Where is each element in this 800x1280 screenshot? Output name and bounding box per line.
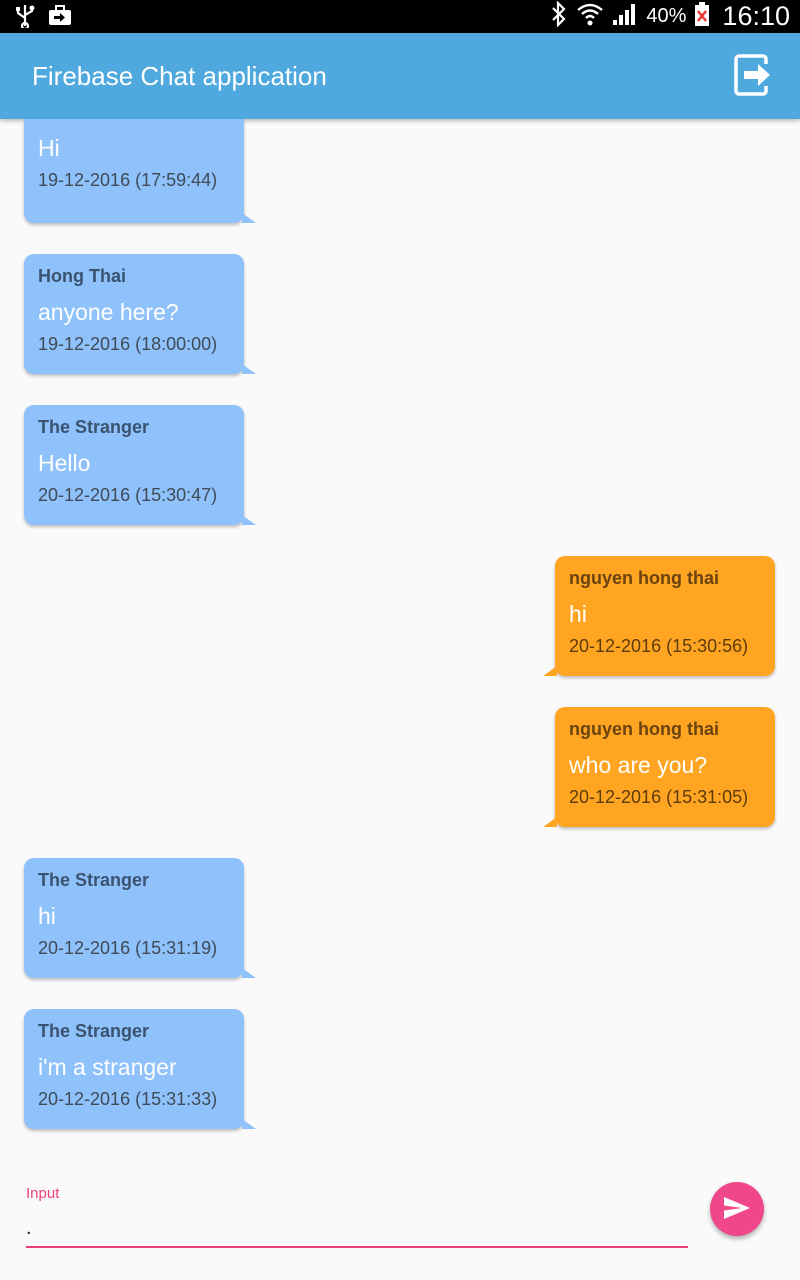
bubble-tail [242, 213, 256, 223]
send-icon [722, 1195, 752, 1224]
message-text: anyone here? [38, 299, 179, 325]
message-time: 19-12-2016 (17:59:44) [38, 170, 218, 190]
message-sender: The Stranger [38, 1021, 150, 1041]
message-text: Hello [38, 450, 91, 476]
message-bubble: The Stranger hi 20-12-2016 (15:31:19) [24, 858, 256, 978]
bubble-tail [543, 817, 557, 827]
message-sender: nguyen hong thai [569, 719, 719, 739]
app-bar: Firebase Chat application [0, 33, 800, 119]
message-time: 20-12-2016 (15:30:56) [569, 636, 749, 656]
send-button[interactable] [710, 1182, 764, 1236]
message-sender: nguyen hong thai [569, 568, 719, 588]
battery-percent: 40% [646, 5, 687, 27]
message-text: who are you? [569, 752, 708, 778]
briefcase-icon [48, 4, 72, 33]
logout-button[interactable] [728, 50, 776, 102]
bubble-tail [242, 515, 256, 525]
signal-icon [612, 2, 638, 31]
clock: 16:10 [722, 1, 790, 31]
message-time: 19-12-2016 (18:00:00) [38, 334, 218, 354]
message-sender: The Stranger [38, 417, 150, 437]
message-bubble: The Stranger i'm a stranger 20-12-2016 (… [24, 1009, 256, 1129]
message-text: hi [38, 903, 56, 929]
bubble-tail [242, 364, 256, 374]
usb-icon [14, 4, 36, 33]
message-bubble: Hong Thai anyone here? 19-12-2016 (18:00… [24, 254, 256, 374]
bluetooth-icon [550, 0, 568, 32]
bubble-tail [242, 1119, 256, 1129]
message-bubble: The Stranger Hello 20-12-2016 (15:30:47) [24, 405, 256, 525]
input-label: Input [26, 1185, 60, 1202]
logout-icon [728, 54, 776, 106]
message-text: i'm a stranger [38, 1054, 177, 1080]
wifi-icon [576, 1, 604, 32]
message-text: Hi [38, 135, 60, 161]
message-input[interactable] [26, 1210, 688, 1248]
message-bubble: Hi 19-12-2016 (17:59:44) [24, 119, 256, 223]
message-time: 20-12-2016 (15:31:19) [38, 938, 218, 958]
message-time: 20-12-2016 (15:31:05) [569, 787, 749, 807]
message-text: hi [569, 601, 587, 627]
message-bubble: nguyen hong thai hi 20-12-2016 (15:30:56… [543, 556, 775, 676]
message-time: 20-12-2016 (15:31:33) [38, 1089, 218, 1109]
message-time: 20-12-2016 (15:30:47) [38, 485, 218, 505]
message-sender: Hong Thai [38, 266, 126, 286]
bubble-tail [543, 666, 557, 676]
app-title: Firebase Chat application [32, 61, 327, 91]
bubble-tail [242, 968, 256, 978]
battery-icon [694, 1, 710, 32]
message-sender: The Stranger [38, 870, 150, 890]
message-bubble: nguyen hong thai who are you? 20-12-2016… [543, 707, 775, 827]
status-bar: 40% 16:10 [0, 0, 800, 33]
